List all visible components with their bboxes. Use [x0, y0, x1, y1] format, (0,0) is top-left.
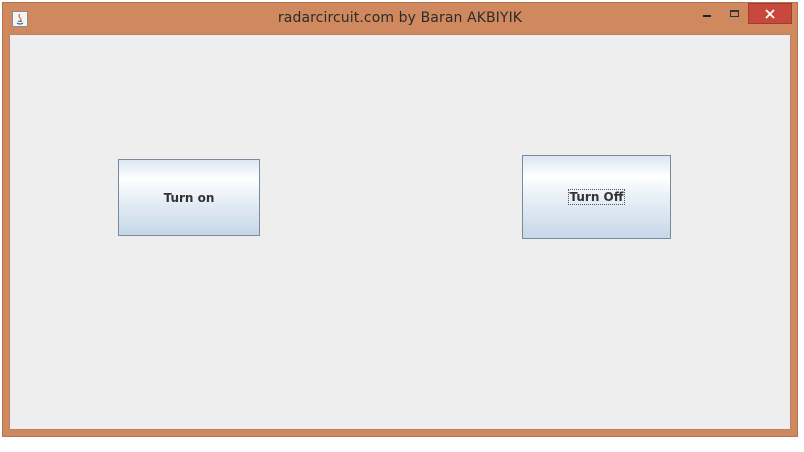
close-button[interactable]: [748, 3, 792, 24]
minimize-icon: [703, 14, 711, 17]
app-window: radarcircuit.com by Baran AKBIYIK Turn o…: [2, 2, 798, 437]
turn-on-button[interactable]: Turn on: [118, 159, 260, 236]
close-icon: [765, 8, 775, 19]
window-title: radarcircuit.com by Baran AKBIYIK: [277, 10, 523, 26]
desktop: radarcircuit.com by Baran AKBIYIK Turn o…: [0, 0, 804, 452]
title-bar[interactable]: radarcircuit.com by Baran AKBIYIK: [3, 3, 797, 36]
maximize-button[interactable]: [721, 3, 747, 24]
turn-on-label: Turn on: [163, 190, 215, 205]
minimize-button[interactable]: [694, 3, 720, 24]
maximize-icon: [729, 10, 739, 17]
content-panel: Turn on Turn Off: [9, 34, 791, 430]
turn-off-label: Turn Off: [567, 189, 626, 205]
turn-off-button[interactable]: Turn Off: [522, 155, 671, 239]
